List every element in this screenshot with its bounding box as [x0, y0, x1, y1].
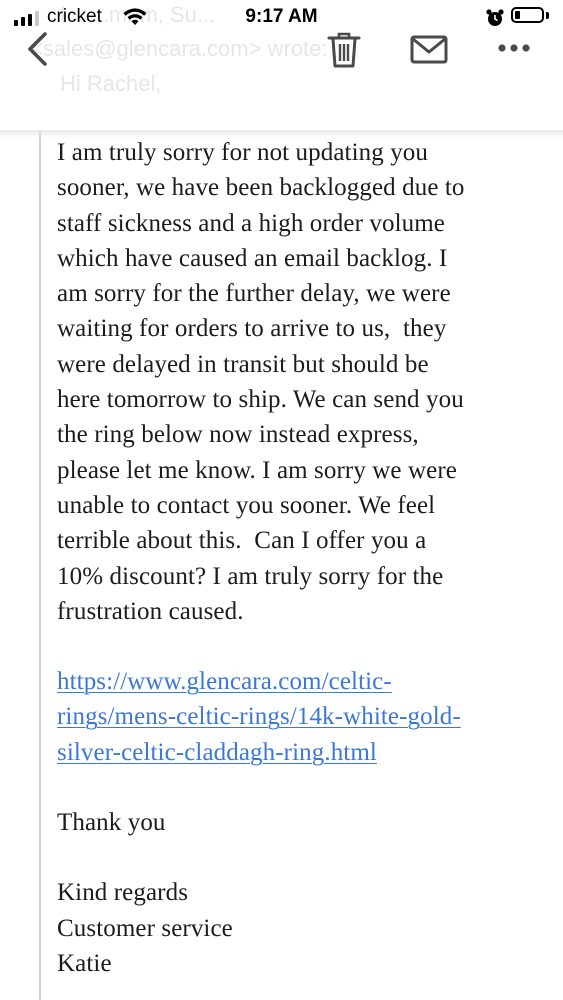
- body-line: terrible about this. Can I offer you a: [57, 527, 427, 555]
- body-line: were delayed in transit but should be: [57, 350, 429, 378]
- header-ghost-line: <sales@glencara.com> wrote:: [30, 36, 328, 61]
- chevron-left-icon[interactable]: [24, 30, 50, 68]
- body-line: sooner, we have been backlogged due to: [57, 174, 465, 202]
- alarm-icon: [486, 9, 504, 26]
- trash-icon[interactable]: [326, 30, 362, 70]
- body-line: please let me know. I am sorry we were: [57, 456, 457, 484]
- product-link-line[interactable]: rings/mens-celtic-rings/14k-white-gold-: [57, 699, 547, 734]
- team-text: Customer service: [57, 914, 233, 942]
- body-line: I am truly sorry for not updating you: [57, 139, 428, 166]
- body-line: which have caused an email backlog. I: [57, 244, 448, 272]
- body-line: am sorry for the further delay, we were: [57, 280, 451, 308]
- envelope-icon[interactable]: [410, 35, 448, 65]
- body-line: frustration caused.: [57, 597, 244, 625]
- header-ghost-line: Hi Rachel,: [60, 71, 162, 96]
- product-link-line[interactable]: https://www.glencara.com/celtic-: [57, 664, 547, 699]
- body-line: unable to contact you sooner. We feel: [57, 491, 436, 519]
- thanks-text: Thank you: [57, 809, 166, 837]
- body-line: waiting for orders to arrive to us, they: [57, 315, 447, 343]
- body-line: 10% discount? I am truly sorry for the: [57, 562, 444, 590]
- regards-text: Kind regards: [57, 879, 189, 907]
- clock: 9:17 AM: [245, 6, 318, 27]
- product-link[interactable]: https://www.glencara.com/celtic- rings/m…: [57, 664, 547, 770]
- signature-text: Katie: [57, 949, 112, 977]
- email-body: I am truly sorry for not updating you so…: [57, 135, 547, 981]
- quote-bar: [39, 110, 41, 1000]
- body-line: here tomorrow to ship. We can send you: [57, 386, 464, 414]
- body-line: staff sickness and a high order volume: [57, 209, 445, 237]
- body-line: the ring below now instead express,: [57, 421, 419, 449]
- more-icon[interactable]: [497, 42, 531, 54]
- battery-icon: [511, 7, 544, 23]
- status-bar: cricket 9:17 AM: [0, 0, 563, 36]
- product-link-line[interactable]: silver-celtic-claddagh-ring.html: [57, 735, 547, 770]
